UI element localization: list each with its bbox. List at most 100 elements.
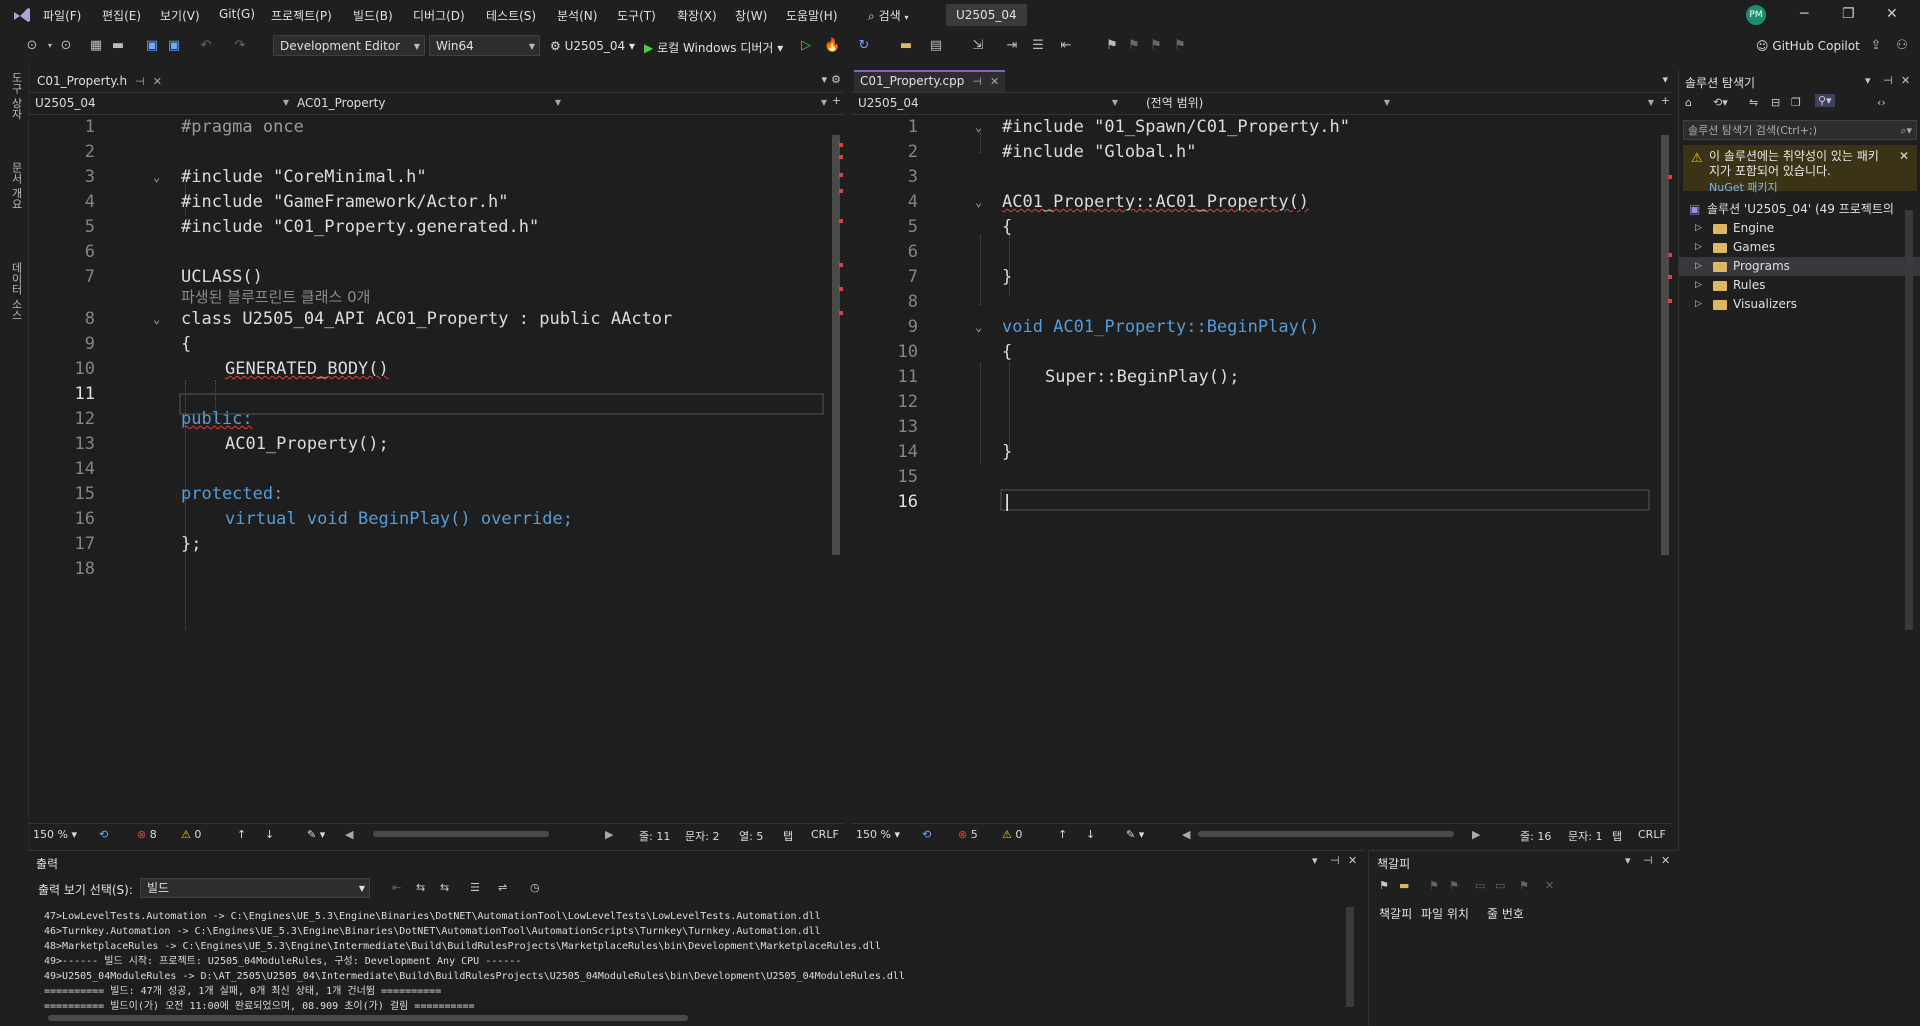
fold-chevron-icon[interactable]: ⌄ — [975, 115, 982, 140]
pin-icon[interactable]: ⊣ — [1330, 854, 1340, 867]
expand-icon[interactable]: ▷ — [1695, 276, 1702, 295]
fold-chevron-icon[interactable]: ⌄ — [975, 190, 982, 215]
add-icon[interactable]: + — [832, 94, 841, 107]
clock-icon[interactable]: ◷ — [530, 881, 540, 894]
collapse-all-icon[interactable]: ⊟ — [1771, 96, 1780, 109]
settings-icon[interactable]: ⚙ — [831, 73, 841, 86]
zoom-level[interactable]: 150 % ▾ — [856, 828, 900, 841]
bookmark-clear-icon[interactable]: ⚑ — [1172, 38, 1188, 54]
arrow-down-icon[interactable]: ↓ — [265, 828, 274, 841]
start-debugging-button[interactable]: ▶ 로컬 Windows 디버거 ▾ — [644, 39, 783, 56]
switch-views-icon[interactable]: ⇋ — [1749, 96, 1758, 109]
menu-extensions[interactable]: 확장(X) — [677, 7, 717, 24]
menu-file[interactable]: 파일(F) — [43, 7, 81, 24]
code-editor[interactable]: 1 ⌄ #include "01_Spawn/C01_Property.h" 2… — [852, 115, 1672, 820]
bookmark-next-icon[interactable]: ⚑ — [1148, 38, 1164, 54]
new-bookmark-folder-icon[interactable]: ▬ — [1399, 879, 1409, 892]
fold-chevron-icon[interactable]: ⌄ — [153, 165, 160, 190]
pin-icon[interactable]: ⊣ — [135, 75, 145, 88]
share-icon[interactable]: ⇪ — [1868, 38, 1884, 54]
folder-icon[interactable]: ▬ — [898, 38, 914, 54]
vertical-scrollbar[interactable] — [829, 115, 843, 820]
fold-chevron-icon[interactable]: ⌄ — [153, 307, 160, 332]
arrow-down-icon[interactable]: ↓ — [1086, 828, 1095, 841]
code-editor[interactable]: 1 #pragma once 2 3 ⌄ #include "CoreMinim… — [29, 115, 843, 820]
scrollbar-thumb[interactable] — [1661, 135, 1669, 555]
horizontal-scrollbar-thumb[interactable] — [1198, 831, 1454, 837]
menu-view[interactable]: 보기(V) — [160, 7, 200, 24]
pin-icon[interactable]: ⊣ — [1643, 854, 1653, 867]
undo-icon[interactable]: ↶ — [198, 38, 214, 54]
minimize-icon[interactable]: ─ — [1800, 6, 1808, 22]
find-message-icon[interactable]: ⇤ — [392, 881, 401, 894]
add-icon[interactable]: + — [1661, 94, 1670, 107]
member-dropdown[interactable]: ▼ — [563, 94, 833, 112]
word-wrap-icon[interactable]: ⇌ — [498, 881, 507, 894]
next-message-icon[interactable]: ⇆ — [440, 881, 449, 894]
save-icon[interactable]: ▣ — [144, 38, 160, 54]
startup-project-selector[interactable]: ⚙ U2505_04 ▾ — [550, 39, 635, 53]
zoom-level[interactable]: 150 % ▾ — [33, 828, 77, 841]
vertical-scrollbar[interactable] — [1658, 115, 1672, 820]
scroll-right-icon[interactable]: ▶ — [605, 828, 613, 841]
indent-icon[interactable]: ⇤ — [1058, 38, 1074, 54]
maximize-icon[interactable]: ❐ — [1842, 6, 1855, 22]
scope-dropdown[interactable]: (전역 범위) ▼ — [1140, 94, 1396, 112]
member-dropdown[interactable]: ▼ — [1392, 94, 1660, 112]
tab-indicator[interactable]: 탭 — [1612, 828, 1622, 844]
redo-icon[interactable]: ↷ — [232, 38, 248, 54]
output-log[interactable]: 47>LowLevelTests.Automation -> C:\Engine… — [44, 909, 905, 1014]
expand-icon[interactable]: ▷ — [1695, 238, 1702, 257]
prev-message-icon[interactable]: ⇆ — [416, 881, 425, 894]
chevron-down-icon[interactable]: ▾ — [1312, 854, 1318, 867]
code-cleanup-icon[interactable]: ✎ ▾ — [1126, 828, 1144, 841]
prev-bookmark-folder-icon[interactable]: ▭ — [1475, 879, 1485, 892]
toggle-bookmark-icon[interactable]: ⚑ — [1519, 879, 1529, 892]
save-all-icon[interactable]: ▣ — [166, 38, 182, 54]
column-header-line-number[interactable]: 줄 번호 — [1487, 905, 1524, 922]
forward-icon[interactable]: ⊙ — [58, 38, 74, 54]
step-icon[interactable]: ⇥ — [1004, 38, 1020, 54]
close-icon[interactable]: ✕ — [1348, 854, 1357, 867]
tree-item-engine[interactable]: ▷ Engine — [1679, 219, 1920, 238]
vertical-scrollbar[interactable] — [1346, 907, 1354, 1007]
home-icon[interactable]: ⌂ — [1685, 96, 1692, 109]
project-dropdown[interactable]: U2505_04 ▼ — [852, 94, 1124, 112]
menu-edit[interactable]: 편집(E) — [102, 7, 141, 24]
tree-item-visualizers[interactable]: ▷ Visualizers — [1679, 295, 1920, 314]
align-icon[interactable]: ☰ — [1030, 38, 1046, 54]
solution-search-input[interactable]: 솔루션 탐색기 검색(Ctrl+;) ⌕▾ — [1683, 120, 1917, 140]
code-cleanup-icon[interactable]: ✎ ▾ — [307, 828, 325, 841]
codelens-hint[interactable]: 파생된 블루프린트 클래스 0개 — [29, 287, 843, 307]
expand-icon[interactable]: ▷ — [1695, 219, 1702, 238]
health-icon[interactable]: ⟲ — [922, 828, 931, 841]
pin-icon[interactable]: ⊣ — [1883, 74, 1893, 87]
line-ending-indicator[interactable]: CRLF — [811, 828, 839, 841]
open-folder-icon[interactable]: ▬ — [110, 38, 126, 54]
pin-icon[interactable]: ⊣ — [972, 75, 982, 88]
close-icon[interactable]: ✕ — [153, 75, 162, 88]
scope-dropdown[interactable]: AC01_Property ▼ — [291, 94, 567, 112]
menu-tools[interactable]: 도구(T) — [617, 7, 656, 24]
avatar[interactable]: PM — [1746, 5, 1766, 25]
code-view-icon[interactable]: ‹› — [1877, 96, 1886, 109]
refresh-icon[interactable]: ↻ — [856, 38, 872, 54]
column-header-file-location[interactable]: 파일 위치 — [1421, 905, 1469, 922]
github-copilot-button[interactable]: ☺ GitHub Copilot — [1756, 39, 1860, 53]
new-project-icon[interactable]: ▦ — [88, 38, 104, 54]
filter-icon[interactable]: ⚲▾ — [1815, 94, 1835, 107]
close-window-icon[interactable]: ✕ — [1886, 6, 1898, 22]
expand-icon[interactable]: ▷ — [1695, 257, 1702, 276]
menu-debug[interactable]: 디버그(D) — [413, 7, 465, 24]
menu-test[interactable]: 테스트(S) — [486, 7, 536, 24]
solution-root[interactable]: ▣ 솔루션 'U2505_04' (49 프로젝트의 — [1679, 200, 1920, 219]
scroll-left-icon[interactable]: ◀ — [345, 828, 353, 841]
warning-count[interactable]: ⚠ 0 — [181, 828, 201, 841]
chevron-down-icon[interactable]: ▾ — [42, 38, 58, 54]
line-ending-indicator[interactable]: CRLF — [1638, 828, 1666, 841]
toolbox-tab[interactable]: 도구 상자 — [8, 72, 24, 120]
tab-indicator[interactable]: 탭 — [783, 828, 793, 844]
bookmark-prev-icon[interactable]: ⚑ — [1126, 38, 1142, 54]
bookmark-icon[interactable]: ⚑ — [1104, 38, 1120, 54]
expand-icon[interactable]: ▷ — [1695, 295, 1702, 314]
